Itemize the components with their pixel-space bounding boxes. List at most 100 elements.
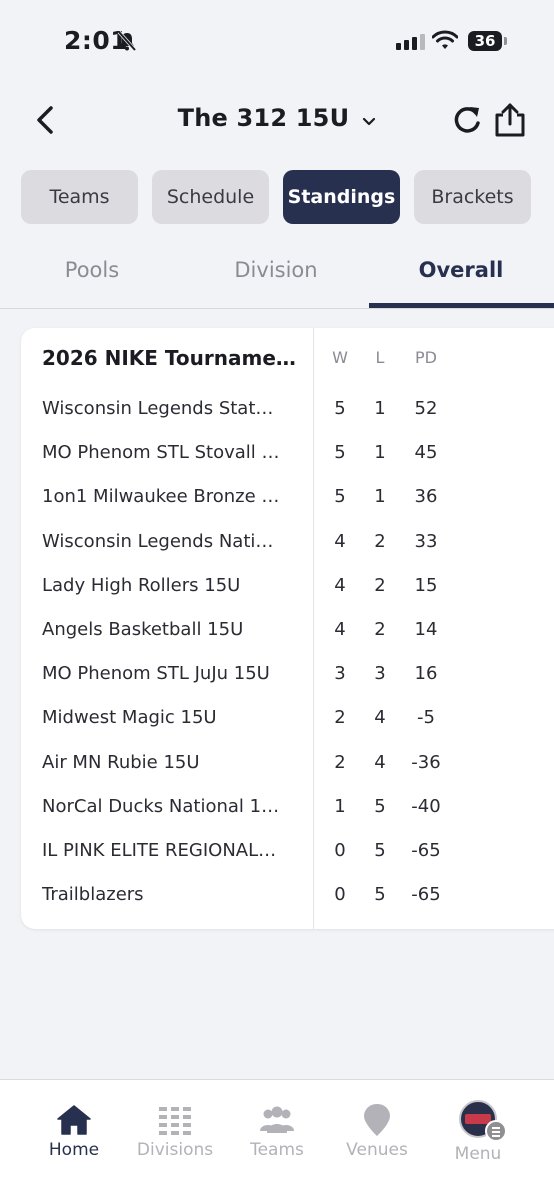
losses-value: 5 — [374, 840, 386, 861]
wifi-icon — [431, 30, 459, 54]
nav-menu-label: Menu — [454, 1144, 502, 1164]
point-diff-value: 15 — [414, 575, 438, 596]
standings-card: 2026 NIKE Tournament… W L PD Wisconsin L… — [21, 328, 554, 929]
table-row[interactable]: Air MN Rubie 15U 2 4 -36 — [21, 744, 554, 788]
team-name: Midwest Magic 15U — [42, 707, 217, 728]
column-header-point-diff: PD — [415, 348, 437, 367]
losses-value: 1 — [374, 486, 386, 507]
losses-value: 2 — [374, 575, 386, 596]
table-row[interactable]: Trailblazers 0 5 -65 — [21, 876, 554, 920]
nav-menu[interactable]: Menu — [423, 1080, 533, 1201]
team-name: Air MN Rubie 15U — [42, 752, 200, 773]
table-row[interactable]: Wisconsin Legends Stat… 5 1 52 — [21, 390, 554, 434]
tab-brackets[interactable]: Brackets — [414, 170, 531, 224]
share-icon — [495, 103, 525, 137]
team-name: MO Phenom STL JuJu 15U — [42, 663, 270, 684]
subtab-pools[interactable]: Pools — [0, 258, 184, 282]
team-name: Lady High Rollers 15U — [42, 575, 241, 596]
wins-value: 4 — [334, 531, 346, 552]
point-diff-value: -5 — [417, 707, 435, 728]
table-row[interactable]: Wisconsin Legends Natio… 4 2 33 — [21, 523, 554, 567]
table-row[interactable]: MO Phenom STL Stovall 1… 5 1 45 — [21, 434, 554, 478]
battery-level: 36 — [468, 31, 502, 51]
wins-value: 5 — [334, 486, 346, 507]
tournament-title: 2026 NIKE Tournament… — [42, 346, 304, 370]
table-row[interactable]: Angels Basketball 15U 4 2 14 — [21, 611, 554, 655]
nav-divisions-label: Divisions — [136, 1140, 214, 1160]
section-tabs: Teams Schedule Standings Brackets — [21, 170, 533, 224]
nav-venues-label: Venues — [346, 1140, 408, 1160]
point-diff-value: -65 — [411, 840, 441, 861]
wins-value: 0 — [334, 884, 346, 905]
battery-tip — [504, 37, 507, 45]
team-name: MO Phenom STL Stovall 1… — [42, 442, 284, 463]
team-name: NorCal Ducks National 15U — [42, 796, 284, 817]
refresh-icon — [454, 107, 480, 133]
table-row[interactable]: NorCal Ducks National 15U 1 5 -40 — [21, 788, 554, 832]
wins-value: 2 — [334, 707, 346, 728]
team-name: 1on1 Milwaukee Bronze 15U — [42, 486, 284, 507]
point-diff-value: -65 — [411, 884, 441, 905]
standings-subtabs: Pools Division Overall — [0, 244, 554, 309]
wins-value: 2 — [334, 752, 346, 773]
bell-muted-icon — [116, 30, 138, 56]
nav-teams[interactable]: Teams — [222, 1080, 332, 1201]
cellular-signal-icon — [396, 34, 425, 50]
table-row[interactable]: MO Phenom STL JuJu 15U 3 3 16 — [21, 655, 554, 699]
point-diff-value: 16 — [414, 663, 438, 684]
active-subtab-indicator — [369, 303, 554, 308]
subtab-division[interactable]: Division — [184, 258, 368, 282]
nav-venues[interactable]: Venues — [322, 1080, 432, 1201]
status-bar: 2:01 36 — [0, 0, 554, 80]
wins-value: 5 — [334, 398, 346, 419]
losses-value: 1 — [374, 398, 386, 419]
location-pin-icon — [357, 1102, 397, 1138]
team-name: Wisconsin Legends Natio… — [42, 531, 284, 552]
menu-lines-icon — [485, 1120, 507, 1142]
wins-value: 0 — [334, 840, 346, 861]
point-diff-value: 45 — [414, 442, 438, 463]
nav-home-label: Home — [48, 1140, 100, 1160]
refresh-button[interactable] — [450, 104, 484, 138]
column-header-losses: L — [375, 348, 385, 367]
point-diff-value: 14 — [414, 619, 438, 640]
page-title: The 312 15U — [177, 104, 350, 132]
nav-home[interactable]: Home — [19, 1080, 129, 1201]
tab-standings[interactable]: Standings — [283, 170, 400, 224]
table-row[interactable]: 1on1 Milwaukee Bronze 15U 5 1 36 — [21, 478, 554, 522]
grid-list-icon — [155, 1102, 195, 1138]
chevron-down-icon — [362, 112, 376, 131]
subtab-overall[interactable]: Overall — [369, 258, 553, 282]
team-name: Trailblazers — [42, 884, 144, 905]
losses-value: 3 — [374, 663, 386, 684]
losses-value: 1 — [374, 442, 386, 463]
team-name: Angels Basketball 15U — [42, 619, 244, 640]
losses-value: 2 — [374, 619, 386, 640]
top-header: The 312 15U — [0, 90, 554, 150]
share-button[interactable] — [493, 102, 527, 138]
table-row[interactable]: Midwest Magic 15U 2 4 -5 — [21, 699, 554, 743]
table-row[interactable]: IL PINK ELITE REGIONAL… 0 5 -65 — [21, 832, 554, 876]
wins-value: 5 — [334, 442, 346, 463]
tab-teams[interactable]: Teams — [21, 170, 138, 224]
nav-teams-label: Teams — [250, 1140, 304, 1160]
wins-value: 4 — [334, 619, 346, 640]
bottom-navigation: Home Divisions Teams Venues Menu — [0, 1079, 554, 1201]
losses-value: 5 — [374, 884, 386, 905]
point-diff-value: 52 — [414, 398, 438, 419]
point-diff-value: -40 — [411, 796, 441, 817]
column-header-wins: W — [332, 348, 348, 367]
nav-divisions[interactable]: Divisions — [120, 1080, 230, 1201]
point-diff-value: 36 — [414, 486, 438, 507]
table-row[interactable]: Lady High Rollers 15U 4 2 15 — [21, 567, 554, 611]
home-icon — [54, 1102, 94, 1138]
point-diff-value: 33 — [414, 531, 438, 552]
tab-schedule[interactable]: Schedule — [152, 170, 269, 224]
wins-value: 1 — [334, 796, 346, 817]
losses-value: 2 — [374, 531, 386, 552]
people-icon — [257, 1102, 297, 1138]
losses-value: 5 — [374, 796, 386, 817]
losses-value: 4 — [374, 707, 386, 728]
team-name: Wisconsin Legends Stat… — [42, 398, 274, 419]
wins-value: 3 — [334, 663, 346, 684]
